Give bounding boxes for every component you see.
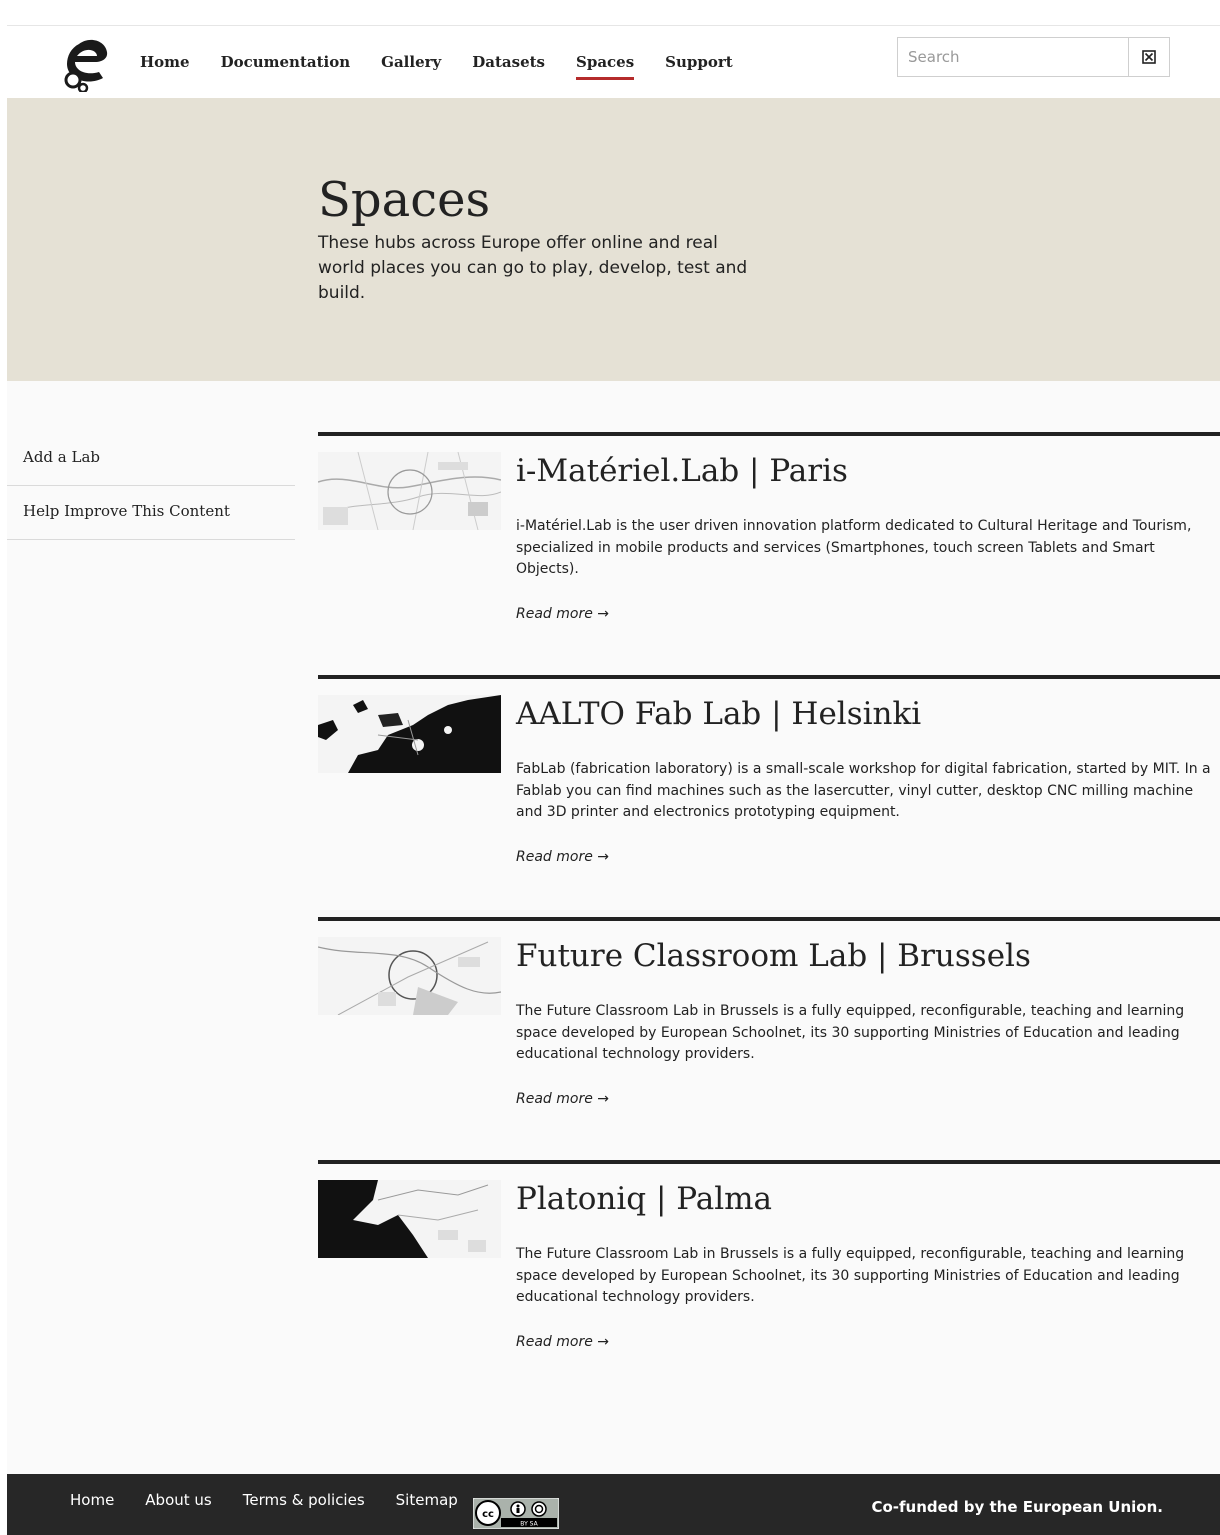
- lab-description: i-Matériel.Lab is the user driven innova…: [516, 518, 1192, 577]
- svg-text:cc: cc: [482, 1509, 494, 1520]
- nav-documentation[interactable]: Documentation: [221, 51, 351, 73]
- palma-map-thumbnail[interactable]: [318, 1180, 501, 1258]
- read-more-link[interactable]: Read more →: [516, 1091, 609, 1107]
- sidebar-item-help-improve[interactable]: Help Improve This Content: [7, 486, 295, 540]
- lab-title[interactable]: Platoniq | Palma: [516, 1178, 1206, 1220]
- lab-card-paris: i-Matériel.Lab | Paris i-Matériel.Lab is…: [318, 432, 1220, 632]
- search-clear-button[interactable]: [1128, 38, 1169, 76]
- lab-title[interactable]: i-Matériel.Lab | Paris: [516, 450, 1206, 492]
- footer-link-home[interactable]: Home: [70, 1490, 114, 1510]
- page: Home Documentation Gallery Datasets Spac…: [7, 25, 1220, 1535]
- close-box-icon: [1142, 50, 1156, 64]
- brussels-map-thumbnail[interactable]: [318, 937, 501, 1015]
- lab-description: The Future Classroom Lab in Brussels is …: [516, 1246, 1185, 1305]
- license-badge-text: BY SA: [520, 1521, 538, 1528]
- lab-card-helsinki: AALTO Fab Lab | Helsinki FabLab (fabrica…: [318, 675, 1220, 875]
- search-box: [897, 37, 1170, 77]
- cofunded-text: Co-funded by the European Union.: [871, 1498, 1163, 1516]
- footer-link-about[interactable]: About us: [145, 1490, 211, 1510]
- lab-title[interactable]: AALTO Fab Lab | Helsinki: [516, 693, 1206, 735]
- lab-description: The Future Classroom Lab in Brussels is …: [516, 1003, 1185, 1062]
- lab-description: FabLab (fabrication laboratory) is a sma…: [516, 761, 1211, 820]
- read-more-link[interactable]: Read more →: [516, 849, 609, 865]
- nav-spaces[interactable]: Spaces: [576, 51, 635, 80]
- hero-banner: Spaces These hubs across Europe offer on…: [7, 98, 1220, 381]
- site-header: Home Documentation Gallery Datasets Spac…: [7, 25, 1220, 98]
- lab-title[interactable]: Future Classroom Lab | Brussels: [516, 935, 1206, 977]
- paris-map-thumbnail[interactable]: [318, 452, 501, 530]
- helsinki-map-thumbnail[interactable]: [318, 695, 501, 773]
- nav-gallery[interactable]: Gallery: [381, 51, 441, 73]
- read-more-link[interactable]: Read more →: [516, 606, 609, 622]
- search-input[interactable]: [898, 38, 1128, 76]
- site-logo-icon[interactable]: [59, 32, 111, 92]
- nav-home[interactable]: Home: [140, 51, 190, 73]
- read-more-link[interactable]: Read more →: [516, 1334, 609, 1350]
- nav-datasets[interactable]: Datasets: [472, 51, 545, 73]
- sidebar: Add a Lab Help Improve This Content: [7, 432, 295, 540]
- sidebar-item-add-lab[interactable]: Add a Lab: [7, 432, 295, 486]
- lab-card-brussels: Future Classroom Lab | Brussels The Futu…: [318, 917, 1220, 1117]
- site-footer: Home About us Terms & policies Sitemap c…: [7, 1474, 1220, 1535]
- cc-by-sa-icon[interactable]: cc BY SA: [473, 1498, 559, 1529]
- page-subtitle: These hubs across Europe offer online an…: [318, 233, 748, 303]
- footer-link-terms[interactable]: Terms & policies: [243, 1490, 365, 1510]
- lab-card-palma: Platoniq | Palma The Future Classroom La…: [318, 1160, 1220, 1360]
- footer-nav: Home About us Terms & policies Sitemap: [70, 1490, 489, 1510]
- nav-support[interactable]: Support: [665, 51, 733, 73]
- main-nav: Home Documentation Gallery Datasets Spac…: [140, 51, 764, 80]
- footer-link-sitemap[interactable]: Sitemap: [396, 1490, 458, 1510]
- page-title: Spaces: [318, 172, 491, 228]
